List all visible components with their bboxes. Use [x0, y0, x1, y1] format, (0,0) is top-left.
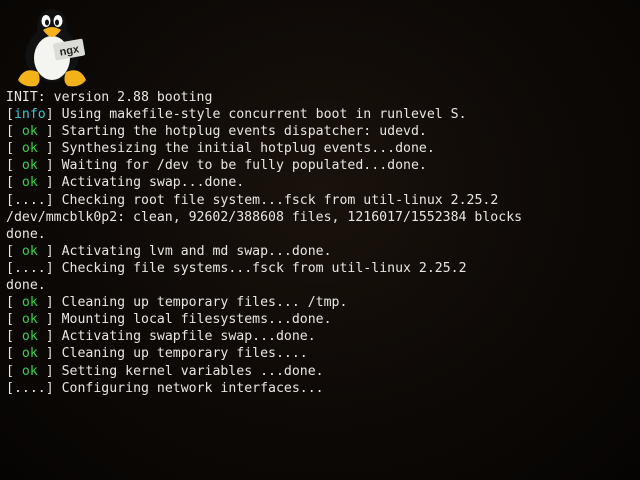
boot-log-line: [....] Checking file systems...fsck from…	[6, 260, 640, 277]
boot-log-message: Activating swapfile swap...done.	[61, 329, 316, 345]
status-tag: [info]	[6, 107, 62, 123]
boot-log-message: /dev/mmcblk0p2: clean, 92602/388608 file…	[6, 209, 523, 225]
status-tag: [ ok ]	[6, 141, 62, 157]
boot-log-message: Cleaning up temporary files....	[61, 346, 308, 362]
boot-log-line: INIT: version 2.88 booting	[6, 89, 640, 106]
status-tag: [....]	[6, 260, 62, 276]
status-tag: [ ok ]	[6, 124, 62, 140]
boot-log-line: [ ok ] Waiting for /dev to be fully popu…	[6, 157, 640, 174]
boot-log-message: Synthesizing the initial hotplug events.…	[61, 141, 435, 157]
status-tag: [ ok ]	[6, 243, 62, 259]
boot-log-line: /dev/mmcblk0p2: clean, 92602/388608 file…	[6, 209, 640, 226]
boot-console-screen: ngx INIT: version 2.88 booting [info] Usi…	[0, 0, 640, 480]
boot-log-line: [ ok ] Activating swapfile swap...done.	[6, 328, 640, 345]
tux-logo: ngx	[10, 4, 94, 90]
boot-log-line: [info] Using makefile-style concurrent b…	[6, 106, 640, 123]
tux-penguin-icon: ngx	[18, 9, 86, 87]
boot-log-line: [ ok ] Cleaning up temporary files... /t…	[6, 294, 640, 311]
boot-log-message: Checking file systems...fsck from util-l…	[61, 260, 467, 276]
boot-log-message: Cleaning up temporary files... /tmp.	[61, 295, 348, 311]
status-tag: [ ok ]	[6, 175, 62, 191]
boot-log-message: Waiting for /dev to be fully populated..…	[61, 158, 427, 174]
boot-log-message: Activating swap...done.	[61, 175, 245, 191]
boot-log-line: done.	[6, 226, 640, 243]
boot-log-message: Mounting local filesystems...done.	[61, 312, 332, 328]
boot-log-line: done.	[6, 277, 640, 294]
boot-log-message: Activating lvm and md swap...done.	[61, 243, 332, 259]
status-tag: [ ok ]	[6, 329, 62, 345]
boot-log-message: Using makefile-style concurrent boot in …	[61, 107, 467, 123]
boot-log-line: [....] Checking root file system...fsck …	[6, 192, 640, 209]
status-tag: [ ok ]	[6, 363, 62, 379]
boot-log-message: Configuring network interfaces...	[61, 380, 324, 396]
boot-log-message: Setting kernel variables ...done.	[61, 363, 324, 379]
boot-log-line: [ ok ] Synthesizing the initial hotplug …	[6, 140, 640, 157]
status-tag: [ ok ]	[6, 158, 62, 174]
status-tag: [ ok ]	[6, 346, 62, 362]
boot-log-line: [ ok ] Cleaning up temporary files....	[6, 345, 640, 362]
boot-log-line: [ ok ] Mounting local filesystems...done…	[6, 311, 640, 328]
boot-log-line: [ ok ] Starting the hotplug events dispa…	[6, 123, 640, 140]
status-tag: [ ok ]	[6, 312, 62, 328]
boot-log-message: Starting the hotplug events dispatcher: …	[61, 124, 427, 140]
boot-log-message: Checking root file system...fsck from ut…	[61, 192, 499, 208]
boot-log-line: [ ok ] Activating lvm and md swap...done…	[6, 243, 640, 260]
boot-log-line: [....] Configuring network interfaces...	[6, 380, 640, 397]
boot-log-line: [ ok ] Setting kernel variables ...done.	[6, 363, 640, 380]
boot-log: INIT: version 2.88 booting [info] Using m…	[6, 89, 640, 397]
boot-log-line: [ ok ] Activating swap...done.	[6, 174, 640, 191]
status-tag: [ ok ]	[6, 295, 62, 311]
boot-log-message: done.	[6, 278, 46, 294]
status-tag: [....]	[6, 380, 62, 396]
status-tag: [....]	[6, 192, 62, 208]
boot-log-message: INIT: version 2.88 booting	[6, 90, 213, 105]
boot-log-message: done.	[6, 226, 46, 242]
